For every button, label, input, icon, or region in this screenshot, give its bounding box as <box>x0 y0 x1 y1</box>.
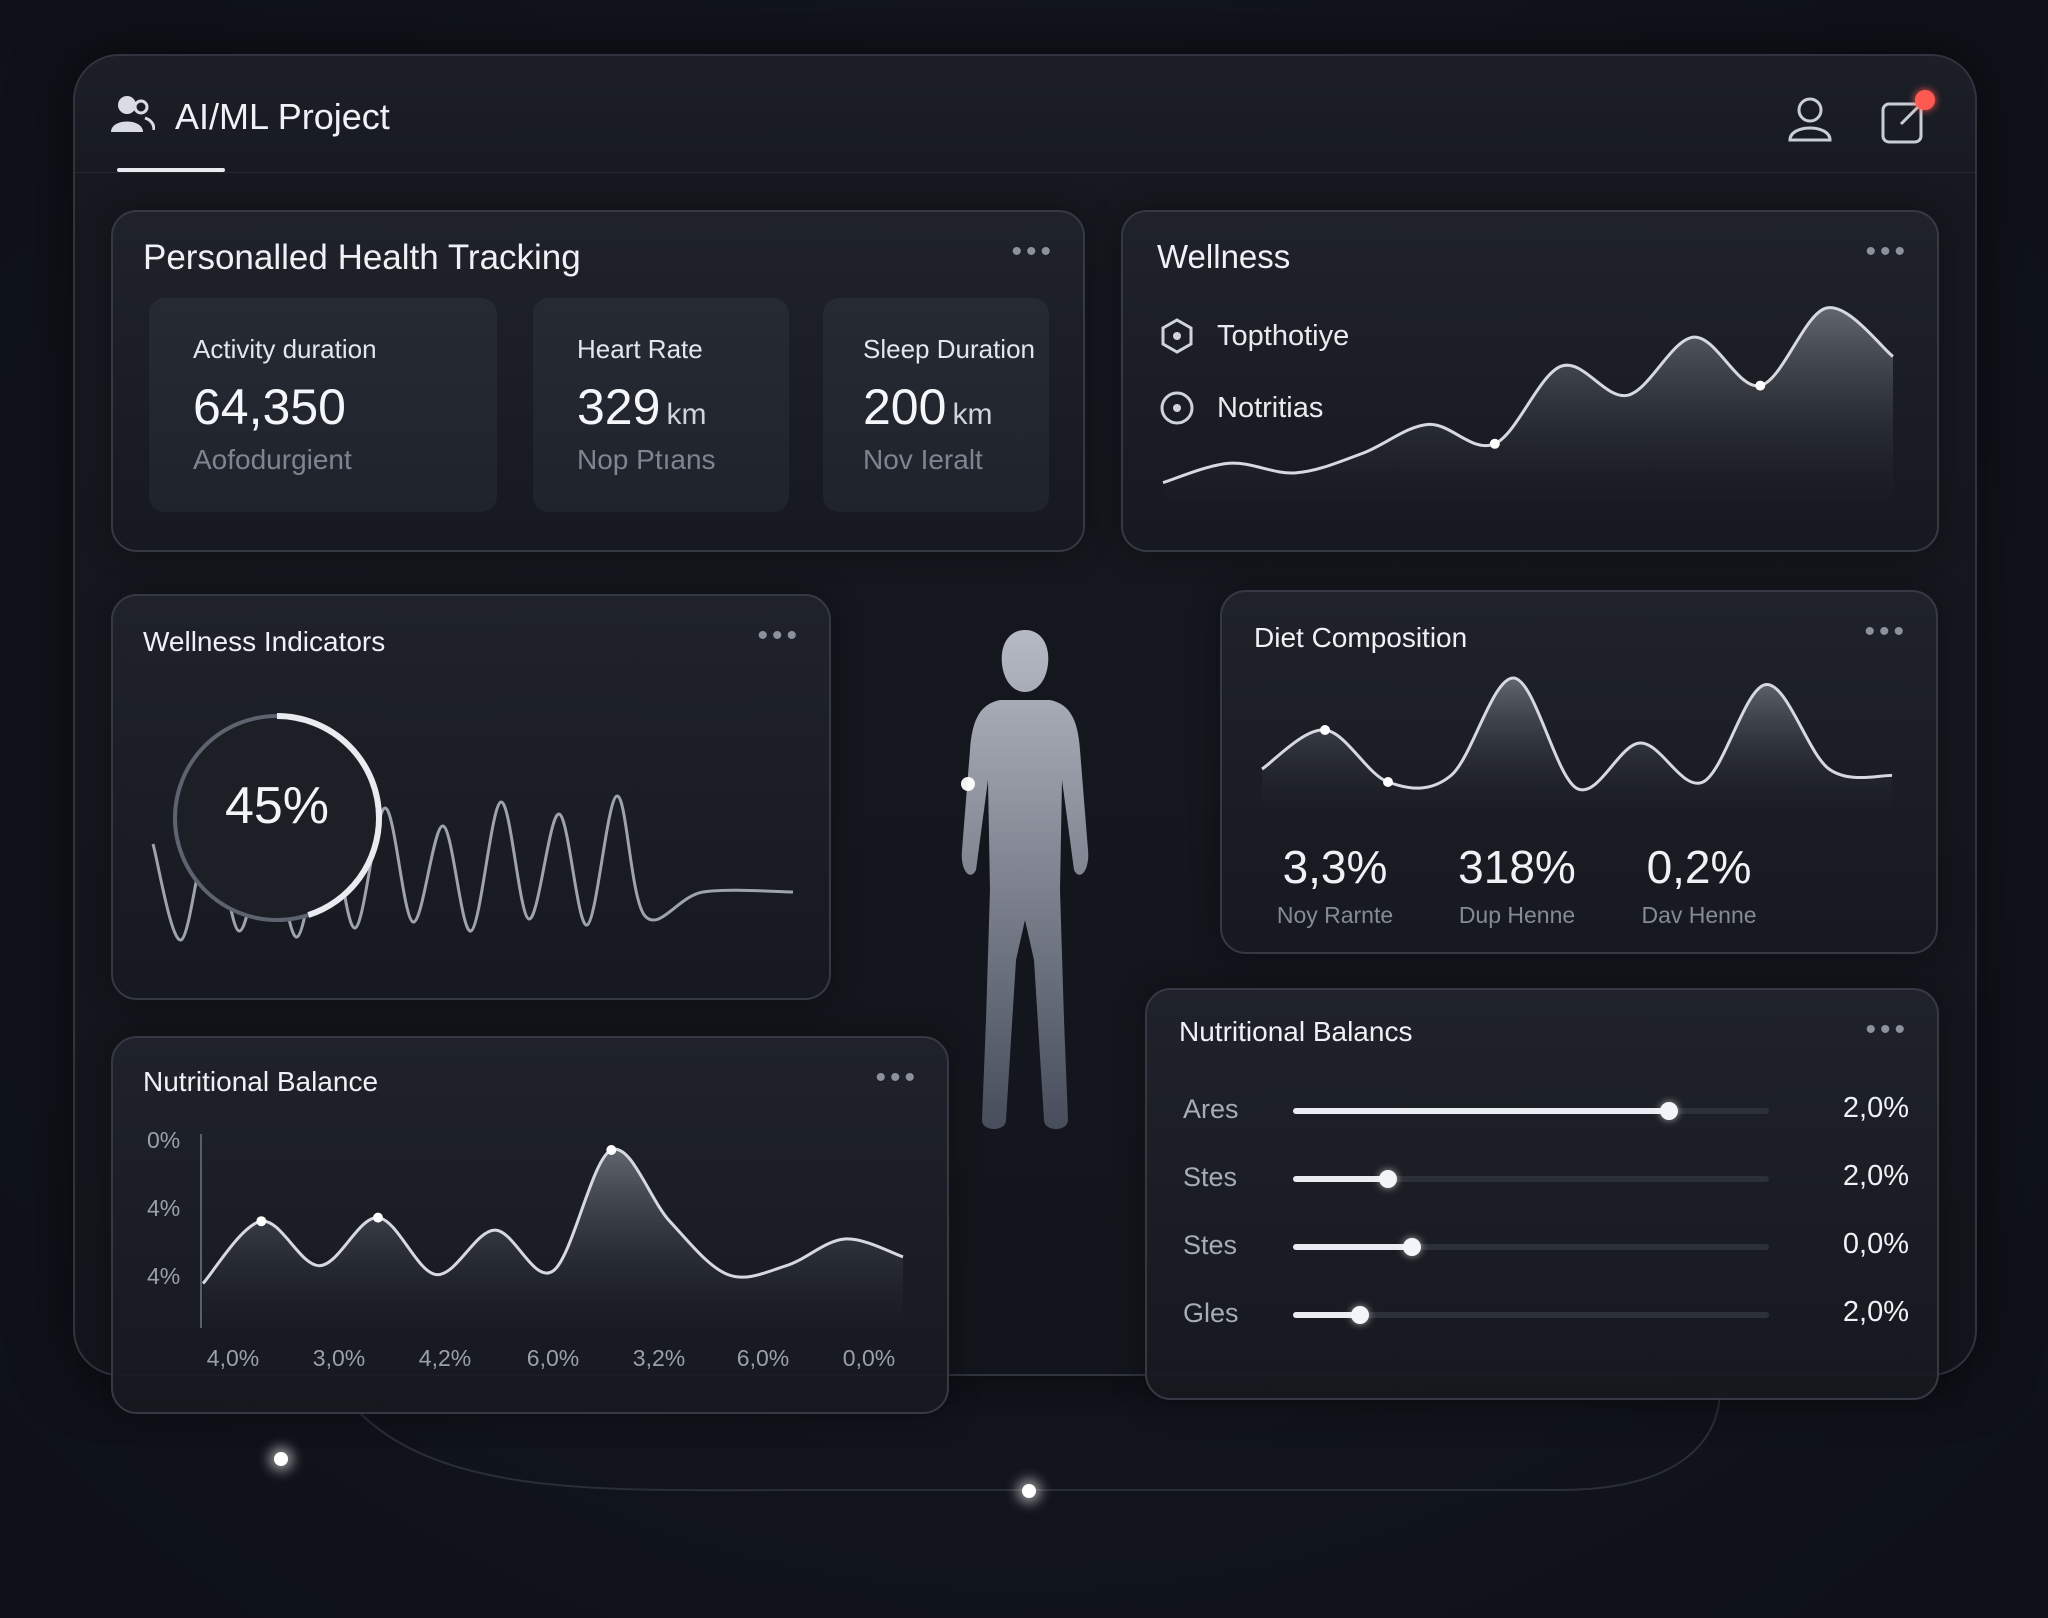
x-tick-label: 4,2% <box>419 1345 471 1371</box>
metric-sleep: Sleep Duration 200 km Nov Ieralt <box>823 298 1049 512</box>
metric-value: 329 km <box>577 379 707 435</box>
wellness-chart <box>1162 306 1894 502</box>
notification-badge <box>1915 90 1935 110</box>
x-tick-label: 4,0% <box>207 1345 259 1371</box>
diet-stat: 318% Dup Henne <box>1432 840 1602 929</box>
slider-fill <box>1293 1108 1670 1114</box>
balance-label: Stes <box>1183 1162 1238 1192</box>
card-title: Personalled Health Tracking <box>143 238 581 277</box>
metric-label: Heart Rate <box>577 334 703 364</box>
slider-fill <box>1293 1176 1389 1182</box>
slider-handle[interactable] <box>1660 1102 1679 1120</box>
diet-stat: 3,3% Noy Rarnte <box>1250 840 1420 929</box>
metric-sub: Nop Ptıans <box>577 444 716 475</box>
balance-value: 0,0% <box>1842 1228 1909 1260</box>
app-title: AI/ML Project <box>175 96 390 137</box>
chart-point <box>1383 777 1393 787</box>
stat-label: Noy Rarnte <box>1276 902 1394 928</box>
x-tick-label: 3,2% <box>633 1345 685 1371</box>
human-body-figure <box>961 630 1089 1129</box>
glow-dot <box>1022 1484 1036 1498</box>
x-tick-label: 6,0% <box>737 1345 789 1371</box>
metric-value: 200 km <box>863 379 993 435</box>
progress-percent: 45% <box>224 777 330 835</box>
more-options-button[interactable]: ••• <box>1865 1015 1909 1045</box>
active-tab-indicator <box>117 168 225 172</box>
x-tick-label: 6,0% <box>527 1345 579 1371</box>
stat-value: 318% <box>1458 841 1576 893</box>
profile-button[interactable] <box>1785 94 1835 144</box>
user-icon <box>1788 97 1832 142</box>
top-bar: AI/ML Project <box>75 56 1975 173</box>
metric-sub: Nov Ieralt <box>863 444 983 475</box>
users-icon <box>111 96 155 132</box>
diet-stat: 0,2% Dav Henne <box>1614 840 1784 929</box>
y-tick-label: 4% <box>147 1263 180 1289</box>
slider-fill <box>1293 1312 1360 1318</box>
chart-point <box>373 1212 383 1223</box>
more-options-button[interactable]: ••• <box>1011 237 1055 267</box>
metric-label: Sleep Duration <box>863 334 1035 364</box>
slider-handle[interactable] <box>1379 1170 1398 1188</box>
metric-sub: Aofodurgient <box>193 444 352 475</box>
balance-value: 2,0% <box>1842 1092 1909 1124</box>
nutritional-balance-chart: 0% 4% 4% 4,0% 3,0% 4,2% 6,0% 3,2% 6,0% 0,0% <box>147 1127 904 1371</box>
metric-label: Activity duration <box>193 334 377 364</box>
wellness-indicators-card: Wellness Indicators ••• 45% <box>111 594 831 1000</box>
balance-label: Gles <box>1183 1298 1239 1328</box>
metric-value: 64,350 <box>193 379 346 435</box>
balance-row: Stes 2,0% <box>1183 1158 1909 1198</box>
balance-slider[interactable] <box>1293 1238 1769 1256</box>
health-tracking-card: Personalled Health Tracking ••• Activity… <box>111 210 1085 552</box>
balance-row: Ares 2,0% <box>1183 1090 1909 1130</box>
chart-point <box>256 1216 267 1227</box>
balance-label: Stes <box>1183 1230 1238 1260</box>
glow-dot <box>274 1452 288 1466</box>
card-title: Nutritional Balancs <box>1179 1016 1413 1047</box>
chart-point <box>606 1145 617 1155</box>
chart-point <box>1755 380 1766 391</box>
balance-row: Gles 2,0% <box>1183 1294 1909 1334</box>
balance-slider[interactable] <box>1293 1306 1769 1324</box>
wellness-card: Wellness ••• Topthotiye Notritias <box>1121 210 1939 552</box>
slider-handle[interactable] <box>1350 1306 1369 1324</box>
balance-row: Stes 0,0% <box>1183 1226 1909 1266</box>
slider-handle[interactable] <box>1403 1238 1421 1256</box>
x-tick-label: 3,0% <box>313 1345 365 1371</box>
balance-value: 2,0% <box>1842 1160 1909 1192</box>
share-button[interactable] <box>1879 90 1935 146</box>
balance-slider[interactable] <box>1293 1170 1769 1188</box>
diet-composition-card: Diet Composition ••• 3,3% Noy Rarnte 318… <box>1220 590 1938 954</box>
balance-slider[interactable] <box>1293 1102 1769 1120</box>
stat-label: Dav Henne <box>1641 902 1757 928</box>
y-tick-label: 4% <box>147 1195 180 1221</box>
stat-value: 3,3% <box>1282 841 1388 893</box>
nutritional-balancs-card: Nutritional Balancs ••• Ares 2,0% Stes 2,0%… <box>1145 988 1939 1400</box>
balance-value: 2,0% <box>1842 1296 1909 1328</box>
y-tick-label: 0% <box>147 1127 180 1153</box>
x-tick-label: 0,0% <box>843 1345 895 1371</box>
chart-point <box>1320 725 1330 735</box>
metric-activity: Activity duration 64,350 Aofodurgient <box>149 298 497 512</box>
stat-label: Dup Henne <box>1458 902 1576 928</box>
stat-value: 0,2% <box>1646 841 1752 893</box>
nutritional-balance-card: Nutritional Balance ••• 0% 4% 4% 4,0% 3,0% 4,… <box>111 1036 949 1414</box>
slider-fill <box>1293 1244 1412 1250</box>
chart-point <box>1489 438 1500 449</box>
chart-area-fill <box>203 1149 903 1328</box>
balance-label: Ares <box>1183 1094 1239 1124</box>
metric-heart-rate: Heart Rate 329 km Nop Ptıans <box>533 298 789 512</box>
